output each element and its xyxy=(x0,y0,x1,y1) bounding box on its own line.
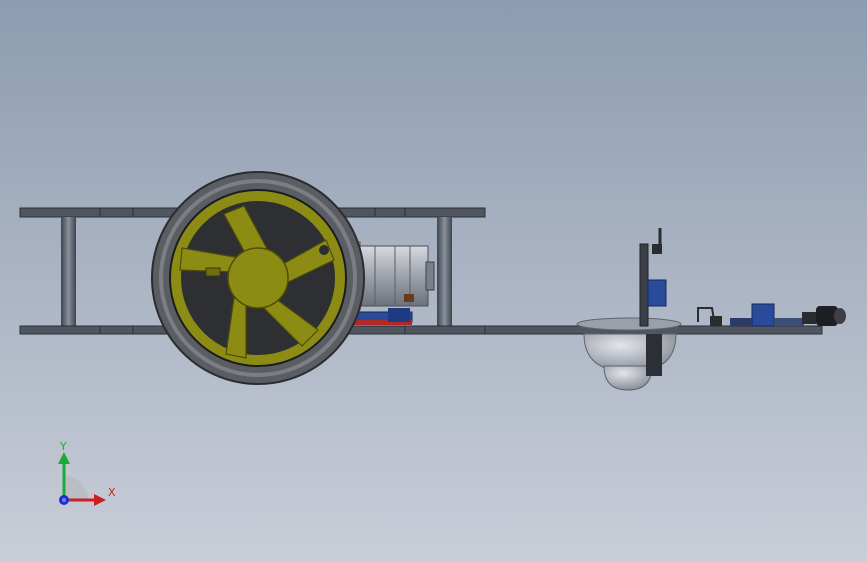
graphics-viewport[interactable]: Y X xyxy=(0,0,867,562)
standoff-right[interactable] xyxy=(437,217,452,326)
coordinate-triad: Y X xyxy=(58,440,116,506)
front-sensor-module[interactable] xyxy=(697,303,846,327)
sensor-board[interactable] xyxy=(639,228,667,327)
robot-chassis-model[interactable] xyxy=(0,0,867,562)
axis-y-label: Y xyxy=(59,440,67,453)
drive-wheel[interactable] xyxy=(151,171,365,385)
standoff-left[interactable] xyxy=(61,217,76,326)
axis-x-label: X xyxy=(108,486,116,499)
origin-icon xyxy=(62,498,66,502)
triad-plane-icon xyxy=(64,476,88,500)
bottom-chassis-plate[interactable] xyxy=(19,325,823,335)
